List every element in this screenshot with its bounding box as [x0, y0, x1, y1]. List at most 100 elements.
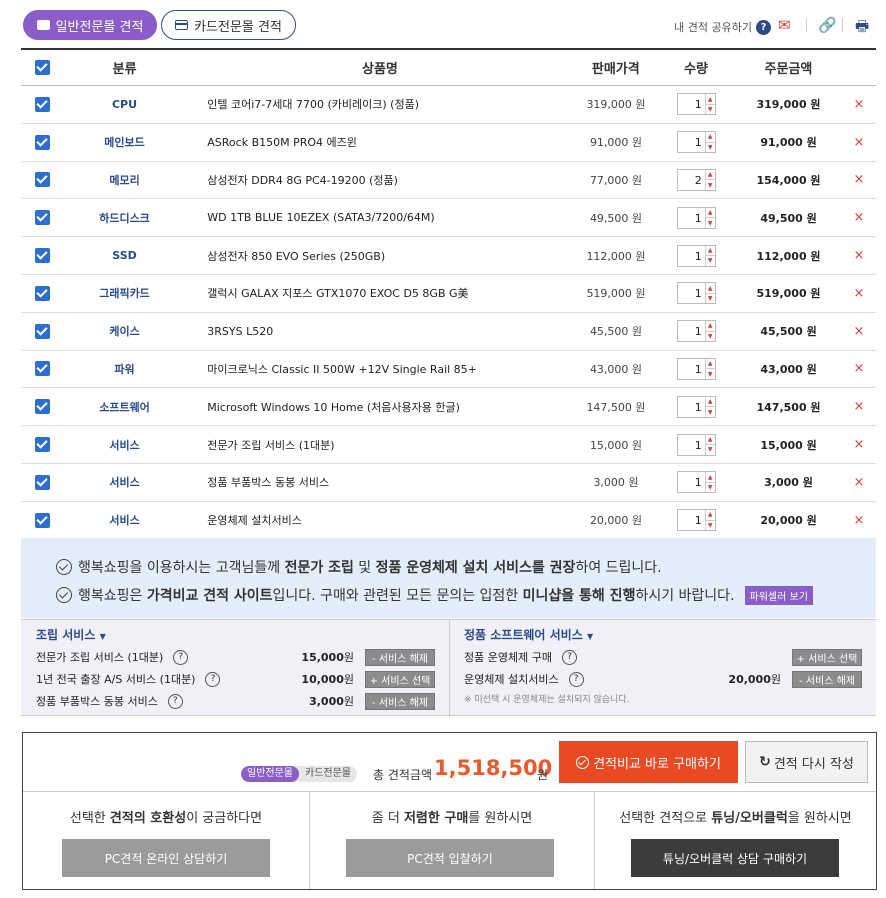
help-icon[interactable]: ? — [205, 671, 221, 687]
decrement-icon[interactable]: ▼ — [705, 255, 715, 266]
quantity-value[interactable]: 1 — [678, 321, 705, 341]
increment-icon[interactable]: ▲ — [706, 510, 715, 520]
share-estimate[interactable]: 내 견적 공유하기 ? — [674, 19, 771, 35]
increment-icon[interactable]: ▲ — [706, 246, 715, 256]
redo-estimate-button[interactable]: ↻ 견적 다시 작성 — [745, 741, 868, 783]
row-checkbox[interactable] — [34, 134, 50, 150]
mode-general[interactable]: 일반전문몰 — [241, 766, 299, 782]
increment-icon[interactable]: ▲ — [706, 397, 715, 407]
delete-icon[interactable]: × — [842, 399, 876, 414]
delete-icon[interactable]: × — [842, 513, 876, 528]
service-toggle-button[interactable]: + 서비스 선택 — [792, 648, 862, 666]
help-icon[interactable]: ? — [568, 671, 584, 687]
tab-general-mall[interactable]: 일반전문몰 견적 — [23, 10, 157, 40]
quantity-stepper[interactable]: 1 ▲ ▼ — [676, 282, 716, 305]
online-consult-button[interactable]: PC견적 온라인 상담하기 — [62, 839, 270, 877]
help-icon[interactable]: ? — [756, 19, 771, 35]
delete-icon[interactable]: × — [842, 97, 876, 112]
quantity-stepper[interactable]: 1 ▲ ▼ — [676, 244, 716, 267]
help-icon[interactable]: ? — [561, 649, 577, 665]
increment-icon[interactable]: ▲ — [706, 94, 715, 104]
quantity-stepper[interactable]: 1 ▲ ▼ — [676, 357, 716, 380]
quantity-value[interactable]: 1 — [678, 435, 705, 455]
tuning-consult-button[interactable]: 튜닝/오버클럭 상담 구매하기 — [631, 839, 839, 877]
row-checkbox[interactable] — [34, 248, 50, 264]
decrement-icon[interactable]: ▼ — [705, 292, 715, 304]
decrement-icon[interactable]: ▼ — [705, 444, 715, 455]
quantity-stepper[interactable]: 1 ▲ ▼ — [676, 320, 716, 343]
quantity-stepper[interactable]: 2 ▲ ▼ — [676, 168, 716, 191]
quantity-value[interactable]: 1 — [678, 283, 705, 303]
quantity-value[interactable]: 1 — [678, 132, 705, 152]
quantity-stepper[interactable]: 1 ▲ ▼ — [676, 131, 716, 154]
row-checkbox[interactable] — [34, 512, 50, 528]
quantity-stepper[interactable]: 1 ▲ ▼ — [676, 206, 716, 229]
decrement-icon[interactable]: ▼ — [705, 481, 715, 493]
increment-icon[interactable]: ▲ — [706, 283, 715, 293]
bid-button[interactable]: PC견적 입찰하기 — [346, 839, 554, 877]
service-toggle-button[interactable]: - 서비스 해제 — [365, 692, 435, 710]
quantity-value[interactable]: 1 — [678, 510, 705, 530]
decrement-icon[interactable]: ▼ — [705, 330, 715, 342]
quantity-value[interactable]: 1 — [678, 359, 705, 379]
decrement-icon[interactable]: ▼ — [705, 406, 715, 417]
quantity-value[interactable]: 1 — [678, 246, 705, 266]
increment-icon[interactable]: ▲ — [706, 170, 715, 180]
decrement-icon[interactable]: ▼ — [705, 217, 715, 228]
help-icon[interactable]: ? — [173, 649, 189, 665]
quantity-stepper[interactable]: 1 ▲ ▼ — [676, 471, 716, 494]
decrement-icon[interactable]: ▼ — [705, 179, 715, 190]
delete-icon[interactable]: × — [842, 210, 876, 225]
tab-card-mall[interactable]: 카드전문몰 견적 — [161, 10, 296, 40]
quantity-stepper[interactable]: 1 ▲ ▼ — [676, 93, 716, 116]
increment-icon[interactable]: ▲ — [706, 132, 715, 142]
power-seller-button[interactable]: 파워셀러 보기 — [744, 585, 813, 605]
software-services-title[interactable]: 정품 소프트웨어 서비스 ▼ — [464, 626, 876, 646]
help-icon[interactable]: ? — [167, 693, 183, 709]
row-checkbox[interactable] — [34, 437, 50, 453]
delete-icon[interactable]: × — [842, 135, 876, 150]
row-checkbox[interactable] — [34, 399, 50, 415]
delete-icon[interactable]: × — [842, 361, 876, 376]
service-toggle-button[interactable]: - 서비스 해제 — [792, 670, 862, 688]
delete-icon[interactable]: × — [842, 286, 876, 301]
quantity-stepper[interactable]: 1 ▲ ▼ — [676, 509, 716, 532]
row-checkbox[interactable] — [34, 361, 50, 377]
increment-icon[interactable]: ▲ — [706, 208, 715, 218]
quantity-stepper[interactable]: 1 ▲ ▼ — [676, 395, 716, 418]
row-checkbox[interactable] — [34, 285, 50, 301]
delete-icon[interactable]: × — [842, 172, 876, 187]
service-toggle-button[interactable]: - 서비스 해제 — [365, 648, 435, 666]
row-checkbox[interactable] — [34, 474, 50, 490]
quantity-value[interactable]: 1 — [678, 397, 705, 417]
buy-now-button[interactable]: 견적비교 바로 구매하기 — [559, 741, 738, 783]
increment-icon[interactable]: ▲ — [706, 359, 715, 369]
assembly-services-title[interactable]: 조립 서비스 ▼ — [36, 626, 449, 646]
quantity-value[interactable]: 2 — [678, 170, 705, 190]
decrement-icon[interactable]: ▼ — [705, 103, 715, 115]
mall-mode-toggle[interactable]: 일반전문몰 카드전문몰 — [241, 766, 357, 782]
row-checkbox[interactable] — [34, 96, 50, 112]
decrement-icon[interactable]: ▼ — [705, 368, 715, 379]
decrement-icon[interactable]: ▼ — [705, 519, 715, 531]
print-icon[interactable]: 🖶 — [855, 16, 869, 41]
increment-icon[interactable]: ▲ — [706, 435, 715, 445]
mode-card[interactable]: 카드전문몰 — [299, 766, 357, 782]
increment-icon[interactable]: ▲ — [706, 472, 715, 482]
quantity-value[interactable]: 1 — [678, 94, 705, 114]
quantity-value[interactable]: 1 — [678, 208, 705, 228]
delete-icon[interactable]: × — [842, 248, 876, 263]
row-checkbox[interactable] — [34, 172, 50, 188]
quantity-stepper[interactable]: 1 ▲ ▼ — [676, 433, 716, 456]
delete-icon[interactable]: × — [842, 475, 876, 490]
mail-icon[interactable]: ✉ — [778, 16, 791, 34]
increment-icon[interactable]: ▲ — [706, 321, 715, 331]
decrement-icon[interactable]: ▼ — [705, 141, 715, 153]
row-checkbox[interactable] — [34, 323, 50, 339]
delete-icon[interactable]: × — [842, 324, 876, 339]
delete-icon[interactable]: × — [842, 437, 876, 452]
select-all-checkbox[interactable] — [34, 60, 50, 75]
link-icon[interactable]: 🔗 — [818, 16, 837, 34]
row-checkbox[interactable] — [34, 210, 50, 226]
service-toggle-button[interactable]: + 서비스 선택 — [365, 670, 435, 688]
